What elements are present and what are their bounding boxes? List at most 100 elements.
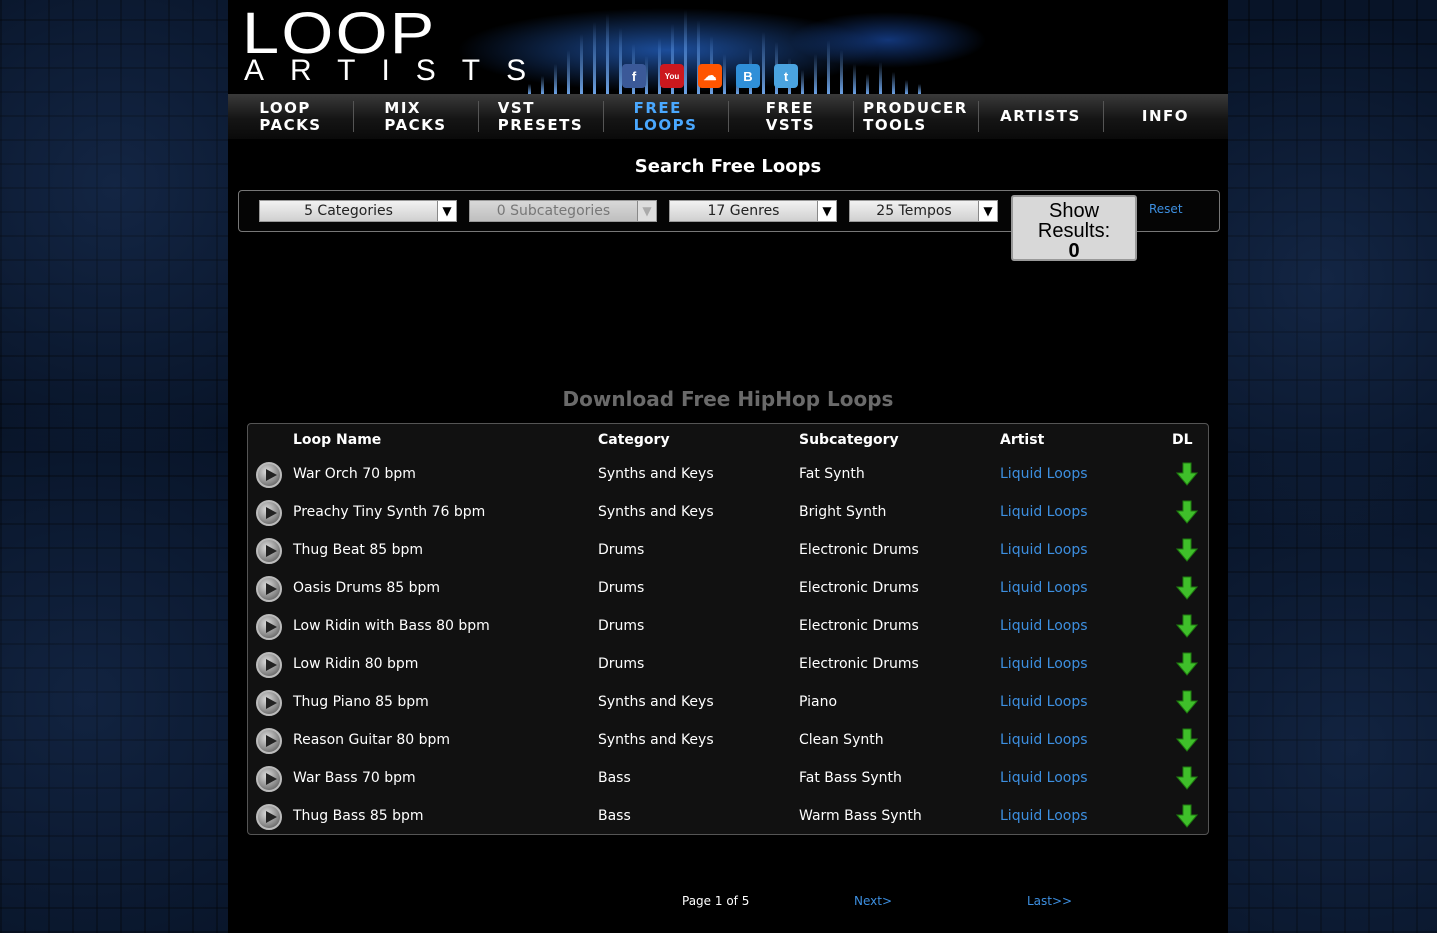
dropdown-arrow-icon[interactable]: ▼: [978, 201, 997, 221]
loops-table: Loop Name Category Subcategory Artist DL…: [247, 423, 1209, 835]
loop-category: Synths and Keys: [598, 694, 714, 710]
waveform-bar: [918, 84, 921, 94]
loop-name: Thug Beat 85 bpm: [293, 542, 424, 558]
waveform-bar: [866, 74, 869, 94]
nav-item-mix-packs[interactable]: MIX PACKS: [353, 94, 478, 139]
loop-category: Synths and Keys: [598, 466, 714, 482]
download-arrow-icon[interactable]: [1176, 728, 1198, 752]
artist-link[interactable]: Liquid Loops: [1000, 694, 1088, 710]
site-header: LOOP ARTISTS f You ☁ Bt: [228, 0, 1228, 94]
nav-item-loop-packs[interactable]: LOOP PACKS: [228, 94, 353, 139]
waveform-bar: [580, 34, 583, 94]
soundcloud-icon[interactable]: ☁: [698, 64, 722, 88]
genres-select[interactable]: 17 Genres ▼: [669, 200, 837, 222]
artist-link[interactable]: Liquid Loops: [1000, 732, 1088, 748]
dropdown-arrow-icon[interactable]: ▼: [637, 201, 656, 221]
download-arrow-icon[interactable]: [1176, 462, 1198, 486]
subcategories-select-value: 0 Subcategories: [496, 203, 611, 219]
loop-name: Low Ridin 80 bpm: [293, 656, 419, 672]
loop-subcategory: Bright Synth: [799, 504, 887, 520]
nav-item-label: FREE VSTS: [765, 98, 816, 134]
play-icon[interactable]: [256, 804, 282, 830]
artist-link[interactable]: Liquid Loops: [1000, 542, 1088, 558]
categories-select-value: 5 Categories: [304, 203, 393, 219]
dropdown-arrow-icon[interactable]: ▼: [817, 201, 836, 221]
loop-subcategory: Fat Bass Synth: [799, 770, 902, 786]
download-arrow-icon[interactable]: [1176, 766, 1198, 790]
download-arrow-icon[interactable]: [1176, 652, 1198, 676]
download-arrow-icon[interactable]: [1176, 690, 1198, 714]
loop-subcategory: Fat Synth: [799, 466, 865, 482]
loop-name: Thug Piano 85 bpm: [293, 694, 429, 710]
loop-category: Bass: [598, 770, 631, 786]
table-row: War Orch 70 bpm Synths and Keys Fat Synth L…: [248, 460, 1208, 498]
nav-item-label: INFO: [1141, 107, 1190, 125]
artist-link[interactable]: Liquid Loops: [1000, 618, 1088, 634]
logo-artists-text[interactable]: ARTISTS: [244, 56, 552, 86]
waveform-bar: [801, 70, 804, 94]
last-page-link[interactable]: Last>>: [1027, 894, 1072, 908]
table-row: Oasis Drums 85 bpm Drums Electronic Drums L…: [248, 574, 1208, 612]
subcategories-select[interactable]: 0 Subcategories ▼: [469, 200, 657, 222]
loop-name: War Orch 70 bpm: [293, 466, 416, 482]
loop-subcategory: Electronic Drums: [799, 580, 919, 596]
play-icon[interactable]: [256, 728, 282, 754]
artist-link[interactable]: Liquid Loops: [1000, 808, 1088, 824]
table-row: Reason Guitar 80 bpm Synths and Keys Clean…: [248, 726, 1208, 764]
download-arrow-icon[interactable]: [1176, 538, 1198, 562]
tempos-select[interactable]: 25 Tempos ▼: [849, 200, 998, 222]
play-icon[interactable]: [256, 614, 282, 640]
next-page-link[interactable]: Next>: [854, 894, 892, 908]
categories-select[interactable]: 5 Categories ▼: [259, 200, 457, 222]
waveform-bar: [840, 50, 843, 94]
play-icon[interactable]: [256, 652, 282, 678]
table-row: Thug Piano 85 bpm Synths and Keys Piano Liq…: [248, 688, 1208, 726]
download-arrow-icon[interactable]: [1176, 576, 1198, 600]
nav-item-free-vsts[interactable]: FREE VSTS: [728, 94, 853, 139]
loop-category: Synths and Keys: [598, 732, 714, 748]
artist-link[interactable]: Liquid Loops: [1000, 580, 1088, 596]
loop-name: Reason Guitar 80 bpm: [293, 732, 451, 748]
table-row: Low Ridin with Bass 80 bpm Drums Electroni…: [248, 612, 1208, 650]
nav-item-label: FREE LOOPS: [633, 98, 698, 134]
facebook-icon[interactable]: f: [622, 64, 646, 88]
artist-link[interactable]: Liquid Loops: [1000, 504, 1088, 520]
nav-item-producer-tools[interactable]: PRODUCER TOOLS: [853, 94, 978, 139]
download-arrow-icon[interactable]: [1176, 500, 1198, 524]
column-header-loop-name: Loop Name: [293, 432, 382, 448]
nav-item-label: ARTISTS: [1000, 107, 1081, 125]
download-arrow-icon[interactable]: [1176, 614, 1198, 638]
genres-select-value: 17 Genres: [707, 203, 780, 219]
loop-subcategory: Electronic Drums: [799, 618, 919, 634]
twitter-icon[interactable]: t: [774, 64, 798, 88]
play-icon[interactable]: [256, 690, 282, 716]
play-icon[interactable]: [256, 766, 282, 792]
page-container: LOOP ARTISTS f You ☁ Bt LOOP PACKS MIX PACKS…: [228, 0, 1228, 933]
nav-item-info[interactable]: INFO: [1103, 94, 1228, 139]
artist-link[interactable]: Liquid Loops: [1000, 770, 1088, 786]
column-header-dl: DL: [1172, 432, 1193, 448]
loop-subcategory: Electronic Drums: [799, 656, 919, 672]
blogger-icon[interactable]: B: [736, 64, 760, 88]
loop-name: Oasis Drums 85 bpm: [293, 580, 440, 596]
reset-link[interactable]: Reset: [1149, 202, 1183, 216]
play-icon[interactable]: [256, 538, 282, 564]
youtube-icon[interactable]: You: [660, 64, 684, 88]
artist-link[interactable]: Liquid Loops: [1000, 656, 1088, 672]
loop-category: Drums: [598, 542, 645, 558]
waveform-bar: [814, 54, 817, 94]
show-results-button[interactable]: Show Results: 0: [1011, 195, 1137, 261]
dropdown-arrow-icon[interactable]: ▼: [437, 201, 456, 221]
play-icon[interactable]: [256, 500, 282, 526]
download-arrow-icon[interactable]: [1176, 804, 1198, 828]
page-indicator: Page 1 of 5: [682, 894, 750, 908]
play-icon[interactable]: [256, 462, 282, 488]
nav-item-free-loops[interactable]: FREE LOOPS: [603, 94, 728, 139]
table-row: Thug Beat 85 bpm Drums Electronic Drums Liq…: [248, 536, 1208, 574]
artist-link[interactable]: Liquid Loops: [1000, 466, 1088, 482]
waveform-bar: [853, 64, 856, 94]
nav-item-vst-presets[interactable]: VST PRESETS: [478, 94, 603, 139]
play-icon[interactable]: [256, 576, 282, 602]
search-title: Search Free Loops: [634, 156, 822, 177]
nav-item-artists[interactable]: ARTISTS: [978, 94, 1103, 139]
